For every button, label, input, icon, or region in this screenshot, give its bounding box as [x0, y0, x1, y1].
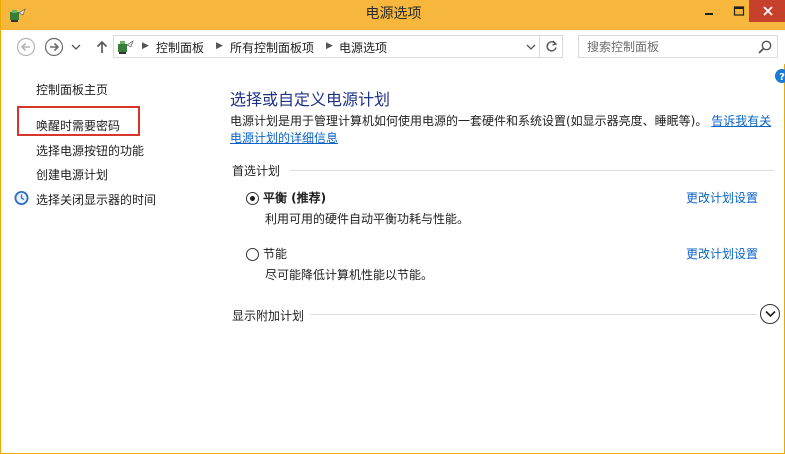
power-options-window: 电源选项 ▶ 控制面板 ▶ 所有控制面板项 ▶ 电源选项 搜索控制面板 ? 控制…	[0, 0, 785, 454]
window-title: 电源选项	[365, 6, 422, 22]
page-title: 选择或自定义电源计划	[230, 90, 391, 109]
breadcrumb-separator-icon[interactable]: ▶	[326, 41, 333, 51]
close-button[interactable]	[749, 0, 785, 22]
search-box[interactable]	[578, 35, 778, 58]
power-saver-change-plan-settings-link[interactable]: 更改计划设置	[686, 245, 758, 262]
address-dropdown-icon[interactable]	[522, 36, 540, 57]
balanced-plan-name[interactable]: 平衡 (推荐)	[263, 189, 326, 206]
nav-require-password-on-wakeup[interactable]: 唤醒时需要密码	[36, 117, 120, 134]
breadcrumb-all-items[interactable]: 所有控制面板项	[230, 39, 314, 56]
navigation-bar: ▶ 控制面板 ▶ 所有控制面板项 ▶ 电源选项	[1, 30, 785, 64]
back-button[interactable]	[16, 37, 36, 57]
group-divider	[290, 170, 774, 171]
balanced-change-plan-settings-link[interactable]: 更改计划设置	[686, 189, 758, 206]
nav-choose-display-off-time[interactable]: 选择关闭显示器的时间	[36, 191, 156, 208]
control-panel-icon	[118, 40, 134, 54]
balanced-plan-description: 利用可用的硬件自动平衡功耗与性能。	[265, 212, 470, 226]
maximize-icon	[733, 6, 745, 16]
expand-additional-plans-button[interactable]	[760, 304, 780, 324]
address-box[interactable]: ▶ 控制面板 ▶ 所有控制面板项 ▶ 电源选项	[113, 35, 540, 58]
minimize-icon	[705, 13, 713, 15]
minimize-button[interactable]	[694, 0, 724, 22]
nav-create-power-plan[interactable]: 创建电源计划	[36, 166, 108, 183]
search-input[interactable]	[579, 36, 754, 57]
breadcrumb-separator-icon[interactable]: ▶	[216, 41, 223, 51]
chevron-down-icon	[765, 310, 776, 318]
left-navigation-pane: 控制面板主页 唤醒时需要密码 选择电源按钮的功能 创建电源计划 选择关闭显示器的…	[1, 64, 216, 454]
forward-button[interactable]	[44, 37, 64, 57]
main-content: 选择或自定义电源计划 电源计划是用于管理计算机如何使用电源的一套硬件和系统设置(…	[230, 64, 785, 454]
nav-choose-power-button-action[interactable]: 选择电源按钮的功能	[36, 142, 144, 159]
additional-plans-divider	[310, 314, 756, 315]
recent-locations-dropdown[interactable]	[70, 37, 82, 57]
show-additional-plans-label[interactable]: 显示附加计划	[232, 307, 311, 324]
description-text: 电源计划是用于管理计算机如何使用电源的一套硬件和系统设置(如显示器亮度、睡眠等)…	[230, 114, 708, 128]
search-icon[interactable]	[757, 39, 773, 55]
power-saver-plan-description: 尽可能降低计算机性能以节能。	[265, 268, 434, 282]
page-description: 电源计划是用于管理计算机如何使用电源的一套硬件和系统设置(如显示器亮度、睡眠等)…	[230, 113, 782, 147]
up-button[interactable]	[92, 37, 112, 57]
power-saver-plan-radio[interactable]	[246, 248, 259, 261]
nav-control-panel-home[interactable]: 控制面板主页	[36, 81, 108, 98]
balanced-plan-radio[interactable]	[246, 192, 259, 205]
breadcrumb-separator-icon[interactable]: ▶	[142, 41, 149, 51]
power-saver-plan-name[interactable]: 节能	[263, 245, 287, 262]
breadcrumb-control-panel[interactable]: 控制面板	[156, 39, 204, 56]
title-bar[interactable]: 电源选项	[1, 0, 785, 30]
display-clock-icon	[14, 191, 29, 205]
breadcrumb-power-options[interactable]: 电源选项	[339, 39, 387, 56]
refresh-button[interactable]	[540, 35, 563, 58]
close-icon	[762, 6, 773, 16]
preferred-plans-label: 首选计划	[232, 162, 287, 179]
refresh-icon	[546, 40, 558, 52]
